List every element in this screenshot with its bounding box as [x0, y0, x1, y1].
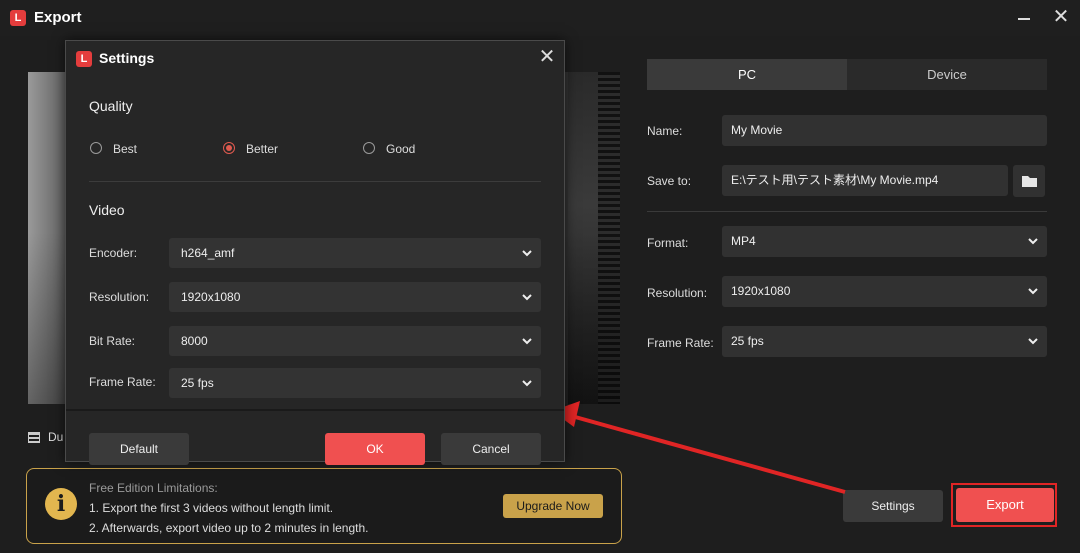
frame-rate-label: Frame Rate:	[647, 336, 714, 350]
radio-good[interactable]	[363, 142, 375, 154]
ok-button[interactable]: OK	[325, 433, 425, 465]
video-heading: Video	[89, 202, 125, 218]
chevron-down-icon	[522, 338, 532, 345]
chevron-down-icon	[1028, 288, 1038, 295]
name-field[interactable]: My Movie	[722, 115, 1047, 146]
tab-pc[interactable]: PC	[647, 59, 847, 90]
duration-info: Du	[28, 430, 63, 444]
export-button[interactable]: Export	[956, 488, 1054, 522]
cancel-button[interactable]: Cancel	[441, 433, 541, 465]
minimize-icon[interactable]	[1012, 8, 1036, 28]
bit-rate-select[interactable]: 8000	[169, 326, 541, 356]
format-label: Format:	[647, 236, 689, 250]
close-icon[interactable]: ✕	[1050, 6, 1072, 28]
chevron-down-icon	[1028, 238, 1038, 245]
dialog-title: Settings	[99, 50, 155, 66]
format-value: MP4	[731, 234, 756, 248]
dialog-title-bar: L Settings ✕	[66, 41, 564, 75]
bit-rate-label: Bit Rate:	[89, 334, 136, 348]
info-icon: i	[45, 488, 77, 520]
dialog-resolution-value: 1920x1080	[181, 290, 241, 304]
chevron-down-icon	[522, 250, 532, 257]
duration-label: Du	[48, 430, 64, 444]
radio-good-label[interactable]: Good	[386, 142, 415, 156]
close-icon[interactable]: ✕	[536, 46, 558, 68]
format-select[interactable]: MP4	[722, 226, 1047, 257]
chevron-down-icon	[522, 294, 532, 301]
resolution-value: 1920x1080	[731, 284, 791, 298]
folder-icon[interactable]	[1013, 165, 1045, 197]
limitation-line-2: 2. Afterwards, export video up to 2 minu…	[89, 521, 369, 535]
limitations-box: i Free Edition Limitations: 1. Export th…	[26, 468, 622, 544]
resolution-label: Resolution:	[647, 286, 708, 300]
quality-heading: Quality	[89, 98, 133, 114]
annotation-arrow	[552, 401, 846, 494]
dialog-resolution-select[interactable]: 1920x1080	[169, 282, 541, 312]
frame-rate-value: 25 fps	[731, 334, 764, 348]
footer-divider	[66, 409, 564, 411]
name-label: Name:	[647, 124, 683, 138]
limitation-line-1: 1. Export the first 3 videos without len…	[89, 501, 334, 515]
dialog-resolution-label: Resolution:	[89, 290, 150, 304]
default-button[interactable]: Default	[89, 433, 189, 465]
tab-device[interactable]: Device	[847, 59, 1047, 90]
title-bar: L Export ✕	[0, 0, 1080, 36]
chevron-down-icon	[1028, 338, 1038, 345]
encoder-label: Encoder:	[89, 246, 138, 260]
film-icon	[28, 432, 40, 444]
encoder-value: h264_amf	[181, 246, 235, 260]
bit-rate-value: 8000	[181, 334, 208, 348]
app-logo: L	[10, 10, 26, 26]
app-logo: L	[76, 51, 92, 67]
encoder-select[interactable]: h264_amf	[169, 238, 541, 268]
radio-best[interactable]	[90, 142, 102, 154]
frame-rate-select[interactable]: 25 fps	[722, 326, 1047, 357]
window-title: Export	[34, 9, 82, 26]
dialog-frame-rate-label: Frame Rate:	[89, 375, 156, 389]
dialog-frame-rate-value: 25 fps	[181, 376, 214, 390]
save-path-field[interactable]: E:\テスト用\テスト素材\My Movie.mp4	[722, 165, 1008, 196]
radio-best-label[interactable]: Best	[113, 142, 137, 156]
divider	[89, 181, 541, 182]
resolution-select[interactable]: 1920x1080	[722, 276, 1047, 307]
settings-dialog: L Settings ✕ Quality Best Better Good Vi…	[65, 40, 565, 465]
limitations-title: Free Edition Limitations:	[89, 481, 218, 495]
radio-better[interactable]	[223, 142, 235, 154]
dialog-frame-rate-select[interactable]: 25 fps	[169, 368, 541, 398]
save-to-label: Save to:	[647, 174, 692, 188]
divider	[647, 211, 1047, 212]
radio-better-label[interactable]: Better	[246, 142, 278, 156]
chevron-down-icon	[522, 380, 532, 387]
